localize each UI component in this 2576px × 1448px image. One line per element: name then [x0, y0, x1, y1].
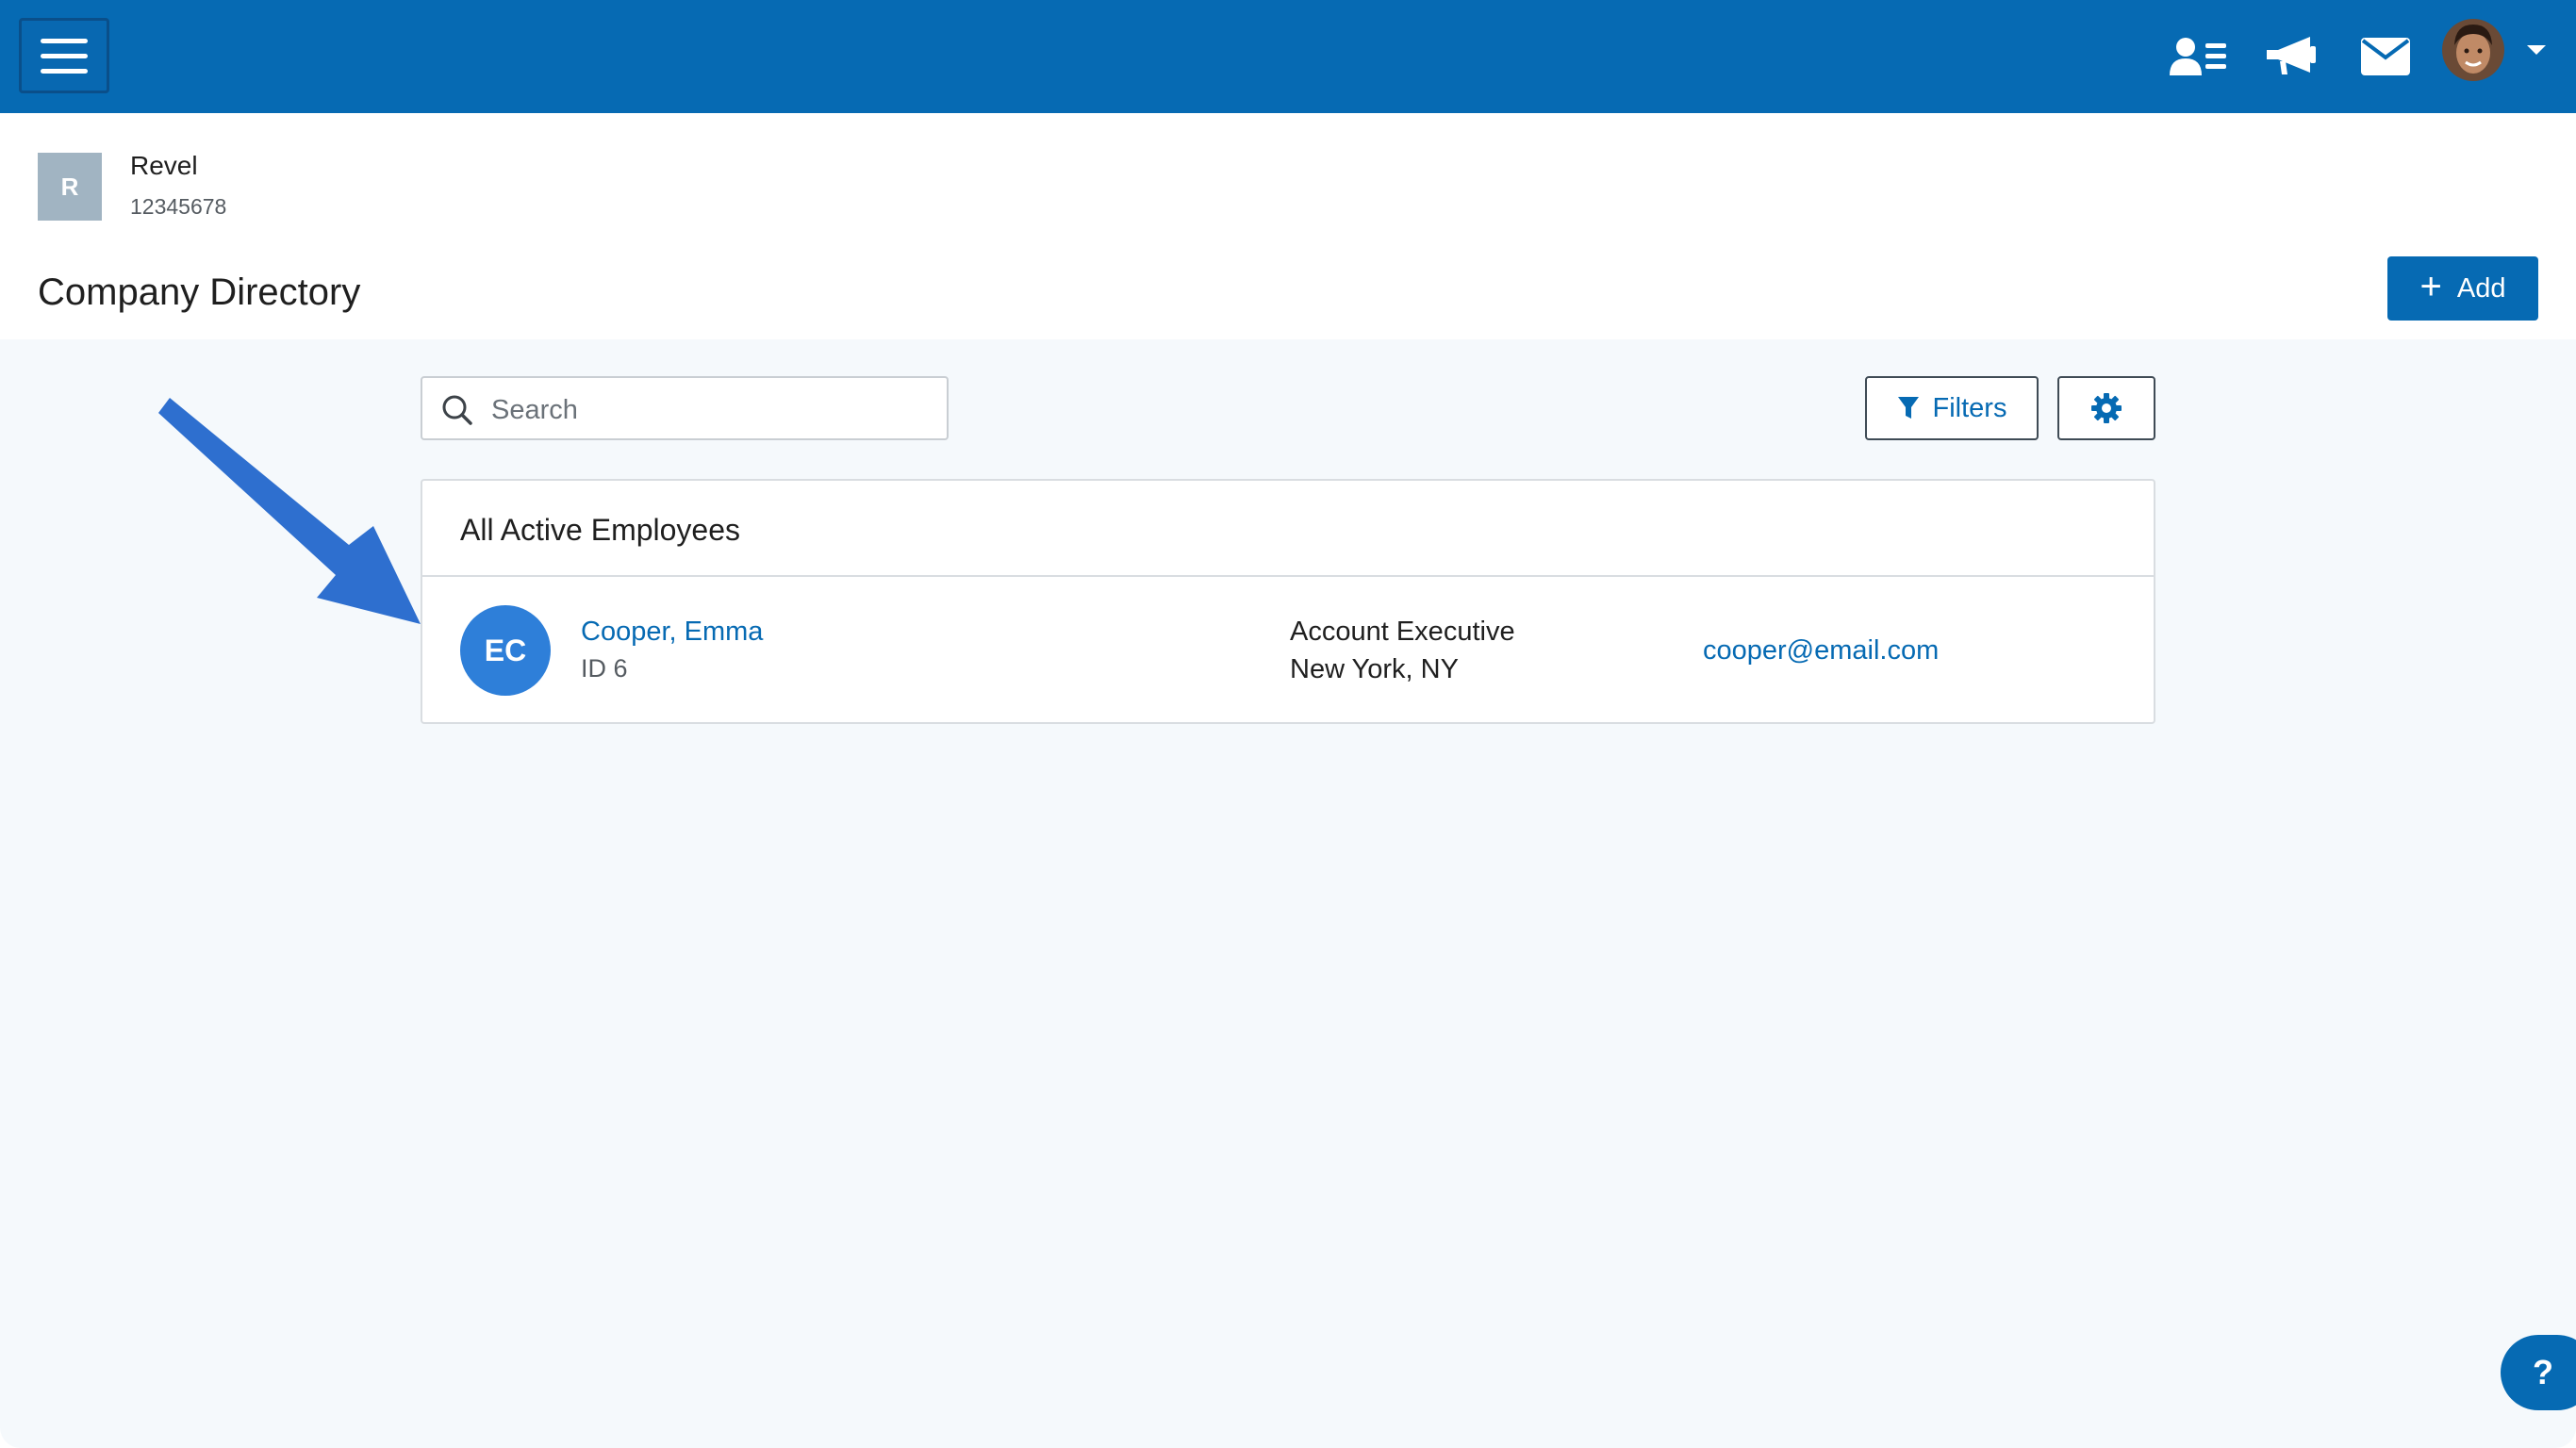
envelope-icon[interactable] [2350, 21, 2421, 92]
employee-name-link[interactable]: Cooper, Emma [581, 617, 763, 648]
employee-initials-avatar: EC [460, 605, 551, 696]
company-name: Revel [130, 151, 198, 180]
list-title: All Active Employees [460, 513, 741, 547]
add-button-label: Add [2456, 272, 2506, 304]
page-header: R Revel 12345678 Company Directory + Add [0, 113, 2576, 339]
employee-email-link[interactable]: cooper@email.com [1703, 635, 1939, 666]
employee-row[interactable]: EC Cooper, Emma ID 6 Account Executive N… [422, 577, 2154, 724]
hamburger-menu-button[interactable] [19, 18, 109, 93]
megaphone-icon[interactable] [2255, 21, 2327, 92]
search-placeholder: Search [491, 395, 578, 425]
search-icon [442, 395, 472, 425]
settings-button[interactable] [2057, 376, 2155, 440]
company-badge: R [38, 153, 102, 221]
employee-location: New York, NY [1290, 654, 1459, 684]
annotation-arrow-icon [158, 398, 421, 624]
search-input[interactable]: Search [421, 376, 949, 440]
hamburger-icon [41, 38, 88, 43]
user-avatar[interactable] [2442, 19, 2504, 81]
gear-icon [2091, 393, 2122, 423]
caret-down-icon[interactable] [2527, 45, 2546, 55]
filters-button[interactable]: Filters [1865, 376, 2039, 440]
employee-list-card: All Active Employees EC Cooper, Emma ID … [421, 479, 2155, 724]
help-button[interactable]: ? [2501, 1335, 2576, 1410]
directory-icon[interactable] [2163, 21, 2235, 92]
app-frame: R Revel 12345678 Company Directory + Add… [0, 0, 2576, 1448]
employee-job-title: Account Executive [1290, 617, 1515, 647]
company-id: 12345678 [130, 194, 227, 219]
plus-icon: + [2419, 266, 2442, 307]
filter-icon [1897, 397, 1919, 419]
filters-button-label: Filters [1932, 392, 2007, 423]
employee-id: ID 6 [581, 654, 628, 683]
list-header: All Active Employees [422, 481, 2154, 577]
add-button[interactable]: + Add [2387, 256, 2538, 321]
top-navigation-bar [0, 0, 2576, 113]
page-title: Company Directory [38, 272, 361, 313]
